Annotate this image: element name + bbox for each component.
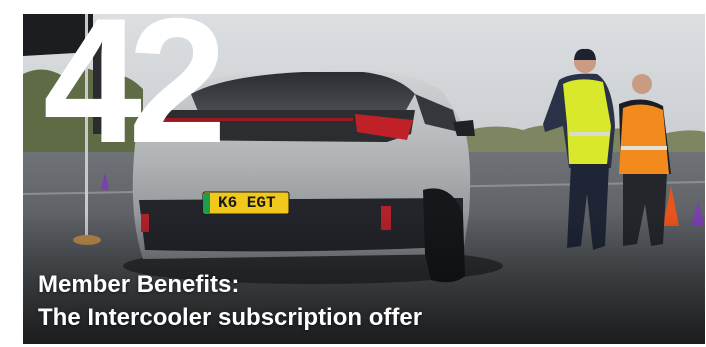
- hero-card[interactable]: K6 EGT 42 Member Benefits: The Intercool…: [23, 14, 705, 344]
- headline-line-2: The Intercooler subscription offer: [38, 304, 423, 331]
- headline[interactable]: Member Benefits: The Intercooler subscri…: [38, 268, 422, 334]
- headline-line-1: Member Benefits:: [38, 271, 240, 298]
- number-plate-text: K6 EGT: [218, 194, 276, 212]
- issue-number: 42: [43, 14, 227, 180]
